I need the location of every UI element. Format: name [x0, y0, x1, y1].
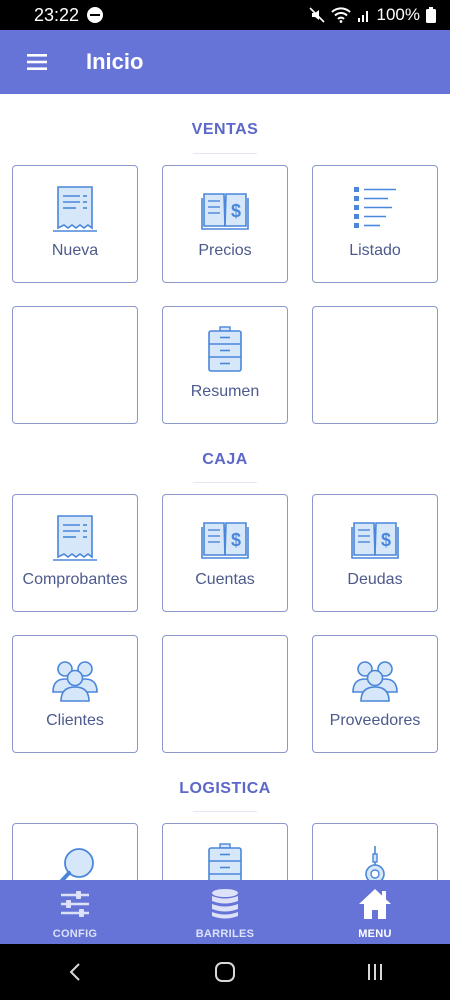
section-title-caja: CAJA: [202, 451, 248, 468]
price-book-icon: $: [201, 522, 249, 559]
tile-cabinet[interactable]: [162, 823, 288, 880]
back-icon[interactable]: [45, 952, 105, 992]
nav-label-menu: MENU: [358, 928, 392, 940]
users-group-icon: [352, 661, 398, 702]
tile-listado[interactable]: Listado: [312, 165, 438, 283]
tile-label: Nueva: [51, 242, 99, 259]
app-bar: Inicio: [0, 30, 450, 94]
tile-label: Resumen: [190, 383, 260, 400]
receipt-icon: [53, 186, 97, 232]
tile-empty: [312, 306, 438, 424]
section-divider: [193, 153, 257, 154]
magnifier-icon: [59, 848, 94, 880]
tile-empty: [12, 306, 138, 424]
tile-label: Listado: [349, 242, 401, 259]
keg-tap-icon: [365, 846, 385, 880]
price-book-icon: $: [351, 522, 399, 559]
status-bar: 23:22 100%: [0, 0, 450, 30]
tile-label: Cuentas: [195, 571, 255, 588]
nav-barriles[interactable]: BARRILES: [150, 880, 300, 944]
do-not-disturb-icon: [87, 7, 104, 23]
tile-resumen[interactable]: Resumen: [162, 306, 288, 424]
tile-label: Comprobantes: [22, 571, 128, 588]
recents-icon[interactable]: [345, 952, 405, 992]
users-group-icon: [52, 661, 98, 702]
cabinet-icon: [208, 843, 242, 880]
nav-config[interactable]: CONFIG: [0, 880, 150, 944]
menu-content[interactable]: VENTAS Nueva $ Precios Listado Resumen C…: [0, 94, 450, 880]
tile-deudas[interactable]: $ Deudas: [312, 494, 438, 612]
cabinet-icon: [208, 326, 242, 372]
home-icon: [359, 889, 391, 919]
signal-icon: [357, 11, 368, 22]
tile-clientes[interactable]: Clientes: [12, 635, 138, 753]
section-title-ventas: VENTAS: [191, 121, 259, 138]
nav-menu[interactable]: MENU: [300, 880, 450, 944]
tile-tap[interactable]: [312, 823, 438, 880]
barrel-icon: [212, 889, 238, 919]
list-icon: [354, 187, 396, 228]
mute-icon: [308, 7, 325, 23]
tile-label: Proveedores: [329, 712, 421, 729]
tile-comprobantes[interactable]: Comprobantes: [12, 494, 138, 612]
section-title-logistica: LOGISTICA: [179, 780, 271, 797]
tile-cuentas[interactable]: $ Cuentas: [162, 494, 288, 612]
nav-label-config: CONFIG: [52, 928, 98, 940]
sliders-icon: [61, 891, 89, 917]
tile-label: Deudas: [347, 571, 403, 588]
hamburger-menu-icon[interactable]: [18, 43, 56, 81]
svg-text:$: $: [231, 530, 241, 550]
tile-empty: [162, 635, 288, 753]
bottom-nav: CONFIG BARRILES MENU: [0, 880, 450, 944]
nav-label-barriles: BARRILES: [195, 928, 255, 940]
battery-icon: [426, 7, 436, 23]
system-nav-bar: [0, 944, 450, 1000]
tile-label: Precios: [198, 242, 252, 259]
battery-percent: 100%: [376, 5, 420, 24]
svg-text:$: $: [231, 201, 241, 221]
section-divider: [193, 482, 257, 483]
tile-proveedores[interactable]: Proveedores: [312, 635, 438, 753]
svg-text:$: $: [381, 530, 391, 550]
page-title: Inicio: [86, 49, 144, 74]
price-book-icon: $: [201, 193, 249, 230]
section-divider: [193, 811, 257, 812]
tile-label: Clientes: [46, 712, 104, 729]
home-button-icon[interactable]: [195, 952, 255, 992]
receipt-icon: [53, 515, 97, 561]
status-icons: 100%: [308, 5, 436, 25]
tile-precios[interactable]: $ Precios: [162, 165, 288, 283]
wifi-icon: [330, 7, 351, 23]
tile-search[interactable]: [12, 823, 138, 880]
tile-nueva[interactable]: Nueva: [12, 165, 138, 283]
status-time: 23:22: [34, 4, 80, 25]
